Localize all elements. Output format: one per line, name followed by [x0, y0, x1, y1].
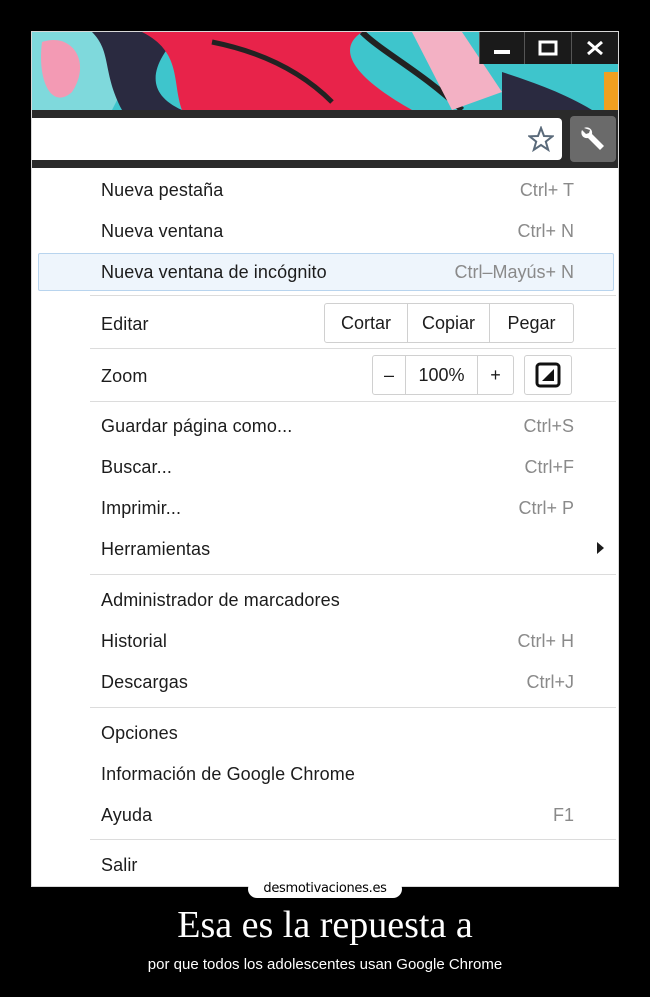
menu-item-find[interactable]: Buscar... Ctrl+F [32, 448, 618, 488]
site-watermark: desmotivaciones.es [248, 880, 402, 898]
menu-divider [90, 707, 616, 708]
menu-item-label: Descargas [101, 672, 188, 692]
submenu-arrow-icon [597, 542, 604, 554]
menu-item-save-page[interactable]: Guardar página como... Ctrl+S [32, 407, 618, 447]
title-bar [32, 32, 618, 110]
menu-divider [90, 401, 616, 402]
menu-divider [90, 295, 616, 296]
poster-subtitle: por que todos los adolescentes usan Goog… [147, 956, 503, 973]
menu-item-shortcut: Ctrl+ P [518, 498, 574, 518]
minimize-icon [494, 50, 510, 54]
bookmark-star-icon[interactable] [528, 126, 554, 152]
menu-item-bookmarks[interactable]: Administrador de marcadores [32, 581, 618, 621]
close-button[interactable] [571, 32, 618, 64]
poster-title: Esa es la repuesta a [177, 904, 473, 946]
menu-item-label: Nueva pestaña [101, 180, 224, 200]
menu-item-about[interactable]: Información de Google Chrome [32, 755, 618, 795]
copy-button[interactable]: Copiar [407, 304, 489, 342]
menu-item-options[interactable]: Opciones [32, 714, 618, 754]
menu-item-label: Herramientas [101, 539, 211, 559]
menu-item-shortcut: Ctrl+ H [517, 631, 574, 651]
minimize-button[interactable] [480, 32, 524, 64]
omnibox[interactable] [32, 118, 562, 160]
menu-item-label: Opciones [101, 723, 178, 743]
maximize-icon [538, 40, 558, 56]
zoom-in-button[interactable]: + [477, 356, 513, 394]
menu-item-help[interactable]: Ayuda F1 [32, 796, 618, 836]
menu-divider [90, 839, 616, 840]
menu-item-label: Zoom [101, 366, 148, 386]
zoom-button-group: – 100% + [372, 355, 514, 395]
zoom-out-button[interactable]: – [373, 356, 405, 394]
menu-divider [90, 348, 616, 349]
menu-item-shortcut: Ctrl+S [523, 416, 574, 436]
menu-item-label: Ayuda [101, 805, 153, 825]
menu-item-shortcut: Ctrl+J [526, 672, 574, 692]
menu-item-label: Salir [101, 855, 138, 875]
menu-item-label: Historial [101, 631, 167, 651]
cut-button[interactable]: Cortar [325, 304, 407, 342]
menu-item-shortcut: F1 [552, 805, 574, 825]
menu-item-label: Información de Google Chrome [101, 764, 355, 784]
menu-item-edit: Editar Cortar Copiar Pegar [32, 298, 618, 348]
menu-item-history[interactable]: Historial Ctrl+ H [32, 622, 618, 662]
toolbar [32, 110, 618, 168]
wrench-menu-button[interactable] [570, 116, 616, 162]
menu-item-label: Administrador de marcadores [101, 590, 340, 610]
menu-item-label: Editar [101, 314, 149, 334]
menu-item-new-window[interactable]: Nueva ventana Ctrl+ N [32, 212, 618, 252]
menu-item-label: Nueva ventana de incógnito [101, 262, 327, 282]
menu-item-label: Buscar... [101, 457, 172, 477]
paste-button[interactable]: Pegar [489, 304, 573, 342]
menu-item-shortcut: Ctrl+F [524, 457, 575, 477]
menu-item-shortcut: Ctrl–Mayús+ N [454, 262, 574, 282]
menu-item-label: Guardar página como... [101, 416, 293, 436]
edit-button-group: Cortar Copiar Pegar [324, 303, 574, 343]
menu-item-label: Nueva ventana [101, 221, 224, 241]
menu-item-shortcut: Ctrl+ T [519, 180, 574, 200]
menu-divider [90, 574, 616, 575]
menu-item-downloads[interactable]: Descargas Ctrl+J [32, 663, 618, 703]
close-icon [587, 40, 603, 56]
wrench-dropdown-menu: Nueva pestaña Ctrl+ T Nueva ventana Ctrl… [32, 168, 618, 886]
menu-item-tools[interactable]: Herramientas [32, 530, 618, 570]
wrench-icon [581, 127, 604, 150]
menu-item-print[interactable]: Imprimir... Ctrl+ P [32, 489, 618, 529]
maximize-button[interactable] [524, 32, 571, 64]
chrome-window: Nueva pestaña Ctrl+ T Nueva ventana Ctrl… [31, 31, 619, 887]
menu-item-label: Imprimir... [101, 498, 182, 518]
fullscreen-button[interactable] [524, 355, 572, 395]
fullscreen-icon [535, 362, 561, 388]
zoom-level: 100% [405, 356, 477, 394]
menu-item-zoom: Zoom – 100% + [32, 350, 618, 400]
menu-item-new-tab[interactable]: Nueva pestaña Ctrl+ T [32, 171, 618, 211]
menu-item-shortcut: Ctrl+ N [517, 221, 574, 241]
menu-item-incognito[interactable]: Nueva ventana de incógnito Ctrl–Mayús+ N [32, 253, 618, 293]
window-controls [479, 32, 618, 64]
